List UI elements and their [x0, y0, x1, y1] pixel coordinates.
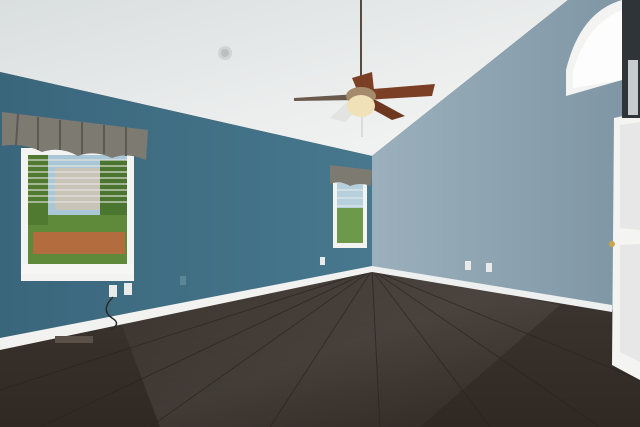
smoke-detector-icon [218, 46, 232, 60]
outlet-icon [320, 257, 325, 265]
window-left [21, 148, 134, 281]
outlet-icon [109, 285, 117, 297]
outlet-icon [124, 283, 132, 295]
door-knob-icon [609, 241, 615, 247]
outlet-icon [486, 263, 492, 272]
wall-plate [180, 276, 186, 285]
floor-vent [55, 336, 93, 343]
window-middle [333, 178, 367, 248]
room-illustration [0, 0, 640, 427]
empty-room-photo [0, 0, 640, 427]
outlet-icon [465, 261, 471, 270]
